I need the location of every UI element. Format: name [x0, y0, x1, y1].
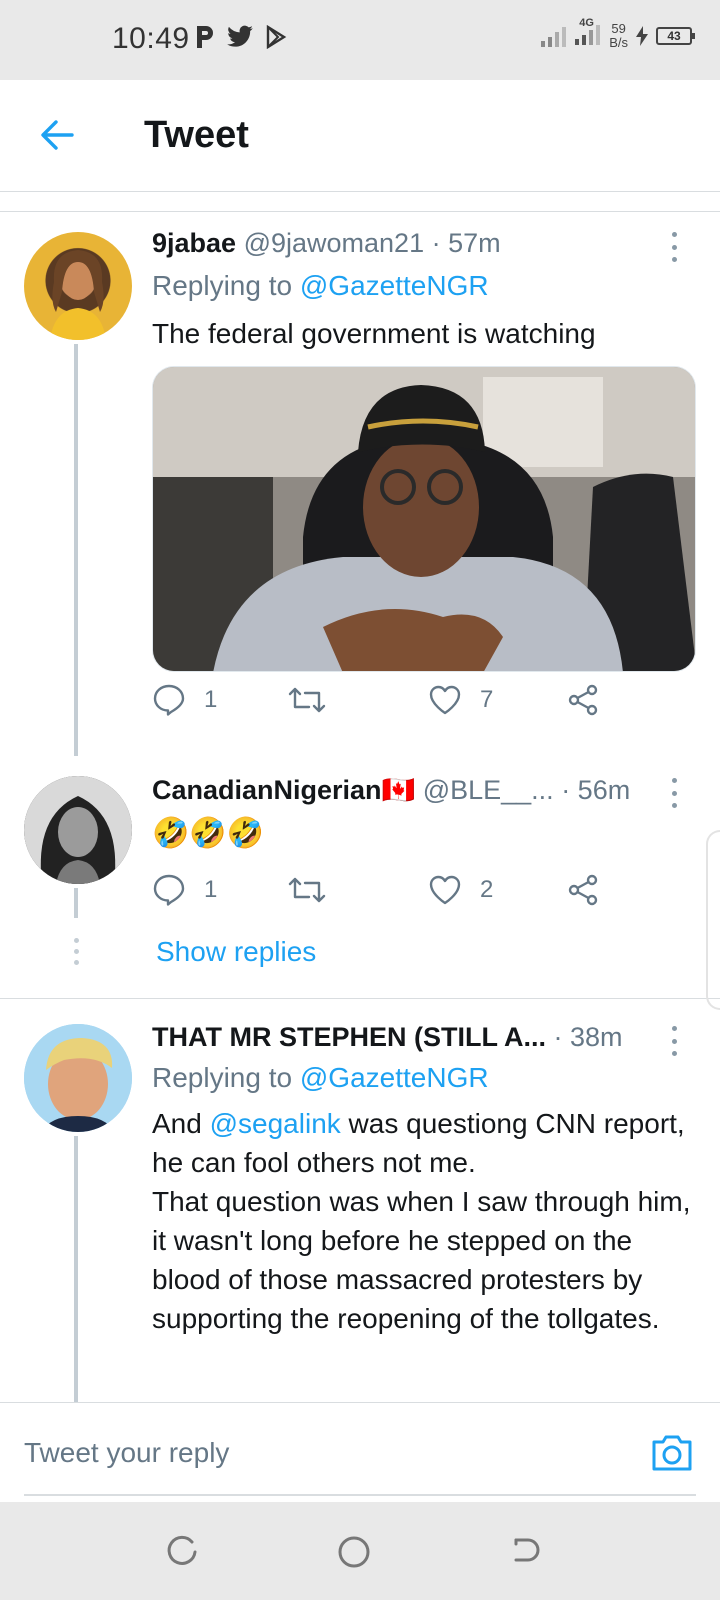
reply-composer: Tweet your reply: [0, 1402, 720, 1502]
user-handle: @BLE__...: [422, 775, 554, 805]
network-type: 4G: [579, 16, 594, 29]
signal-icon: [541, 27, 567, 47]
system-nav-bar: [0, 1502, 720, 1600]
thread-line: [74, 1136, 78, 1402]
show-replies-link[interactable]: Show replies: [156, 936, 316, 968]
replying-to-handle[interactable]: @GazetteNGR: [300, 270, 489, 301]
reply-icon: [153, 874, 185, 906]
avatar-portrait-icon: [24, 1024, 132, 1132]
more-options-button[interactable]: [666, 1026, 682, 1056]
tweet-text: 🤣🤣🤣: [152, 817, 265, 850]
avatar[interactable]: [24, 1024, 132, 1132]
network-indicator: 4G: [575, 17, 601, 50]
page-title: Tweet: [144, 114, 249, 156]
p-app-icon: [197, 26, 213, 48]
thread-line: [74, 888, 78, 918]
back-nav-icon: [514, 1538, 540, 1562]
tweet-text: And @segalink was questiong CNN report, …: [152, 1104, 692, 1394]
back-nav-button[interactable]: [508, 1534, 544, 1570]
share-button[interactable]: [566, 680, 600, 720]
reply-icon: [153, 684, 185, 716]
tweet-actions: 1 2: [152, 870, 692, 910]
share-icon: [568, 684, 598, 716]
display-name[interactable]: 9jabae: [152, 228, 236, 258]
replying-to-handle[interactable]: @GazetteNGR: [300, 1062, 489, 1093]
replying-label: Replying to: [152, 270, 293, 301]
reply-count: 1: [204, 686, 218, 713]
speed-value: 59: [611, 21, 626, 36]
battery-icon: 43: [656, 27, 695, 45]
tweet-actions: 1 7: [152, 680, 692, 720]
tweet-author-line: 9jabae @9jawoman21 · 57m: [152, 228, 501, 259]
arrow-left-icon: [41, 120, 74, 150]
tweet-time: · 57m: [431, 228, 501, 258]
back-button[interactable]: [32, 110, 82, 160]
charging-icon: [636, 26, 648, 46]
notification-icons: [194, 24, 288, 50]
home-circle-icon: [338, 1536, 370, 1568]
play-store-icon: [266, 25, 287, 49]
app-header: Tweet: [0, 80, 720, 192]
heart-icon: [429, 685, 461, 715]
tweet-text-part: And: [152, 1108, 210, 1139]
tweet-author-line: THAT MR STEPHEN (STILL A... · 38m: [152, 1022, 623, 1053]
like-count: 2: [480, 876, 494, 903]
tweet-author-line: CanadianNigerian🇨🇦 @BLE__... · 56m: [152, 774, 630, 806]
heart-icon: [429, 875, 461, 905]
like-button[interactable]: 7: [428, 680, 493, 720]
user-handle: @9jawoman21: [243, 228, 425, 258]
display-name[interactable]: CanadianNigerian🇨🇦: [152, 775, 415, 805]
retweet-icon: [288, 687, 326, 713]
reply-count: 1: [204, 876, 218, 903]
camera-icon: [652, 1435, 692, 1471]
network-speed: 59 B/s: [609, 22, 628, 50]
recent-apps-button[interactable]: [164, 1534, 200, 1570]
share-icon: [568, 874, 598, 906]
replying-to: Replying to @GazetteNGR: [152, 1062, 489, 1094]
twitter-bird-icon: [227, 25, 253, 47]
tweet-image[interactable]: [152, 366, 696, 672]
thread-divider: [0, 998, 720, 999]
tweet-time: · 38m: [553, 1022, 623, 1052]
tweet-time: · 56m: [561, 775, 631, 805]
speed-unit: B/s: [609, 35, 628, 50]
retweet-button[interactable]: [288, 680, 344, 720]
avatar[interactable]: [24, 232, 132, 340]
retweet-icon: [288, 877, 326, 903]
more-options-button[interactable]: [666, 778, 682, 808]
avatar-portrait-icon: [24, 776, 132, 884]
avatar[interactable]: [24, 776, 132, 884]
avatar-portrait-icon: [50, 250, 106, 340]
reply-button[interactable]: 1: [152, 870, 217, 910]
status-time: 10:49: [112, 22, 190, 55]
tweet-text: The federal government is watching: [152, 318, 596, 349]
tweet-text-part: That question was when I saw through him…: [152, 1186, 691, 1334]
display-name[interactable]: THAT MR STEPHEN (STILL A...: [152, 1022, 546, 1052]
home-button[interactable]: [336, 1534, 372, 1570]
system-status: 4G 59 B/s 43: [541, 17, 695, 50]
scroll-edge-indicator: [706, 830, 720, 1010]
thread-continuation-dots: [74, 938, 79, 965]
reply-button[interactable]: 1: [152, 680, 217, 720]
photo-man-in-cap-icon: [153, 367, 695, 671]
header-separator: [0, 192, 720, 212]
reply-input[interactable]: Tweet your reply: [24, 1437, 229, 1469]
retweet-button[interactable]: [288, 870, 344, 910]
like-count: 7: [480, 686, 494, 713]
thread-line: [74, 344, 78, 756]
share-button[interactable]: [566, 870, 600, 910]
mention-link[interactable]: @segalink: [210, 1108, 341, 1139]
replying-to: Replying to @GazetteNGR: [152, 270, 489, 302]
recent-apps-icon: [167, 1535, 197, 1565]
more-options-button[interactable]: [666, 232, 682, 262]
composer-underline: [24, 1494, 696, 1496]
like-button[interactable]: 2: [428, 870, 493, 910]
camera-button[interactable]: [650, 1433, 694, 1477]
replying-label: Replying to: [152, 1062, 293, 1093]
status-bar: 10:49 4G 59 B/s 43: [0, 0, 720, 80]
